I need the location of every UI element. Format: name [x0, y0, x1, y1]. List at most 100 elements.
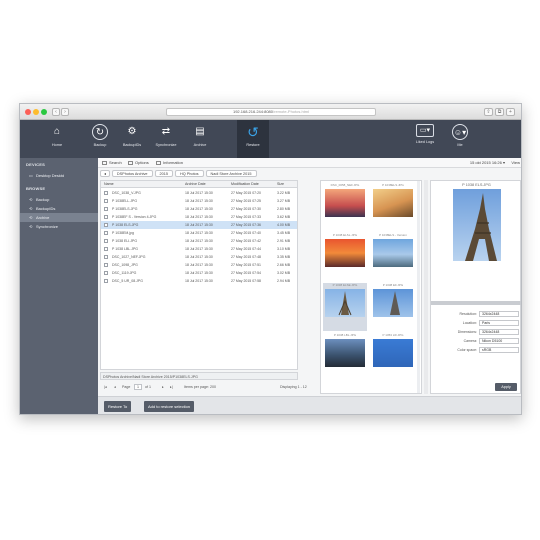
search-icon	[102, 160, 107, 165]
toolbar-synchronize-label: Synchronize	[155, 143, 177, 147]
prev-page-button[interactable]: ◂	[114, 382, 116, 392]
thumbnail[interactable]: P 1038 ELSL.JPG	[323, 233, 367, 281]
cell-size: 3.22 MB	[277, 191, 291, 195]
breadcrumb-item[interactable]: DSPhotos Archive	[111, 170, 153, 177]
sidebar-item-backup[interactable]: ⟲ Backup	[20, 195, 98, 204]
sidebar-item-backupids[interactable]: ⟲ BackupIDs	[20, 204, 98, 213]
share-button[interactable]: ⇧	[484, 108, 493, 116]
table-row[interactable]: DSC_1027_NEF.JPG 18 Jul 2017 15:30 27 May …	[101, 253, 297, 261]
last-page-button[interactable]: ▸|	[170, 382, 173, 392]
row-checkbox[interactable]	[104, 279, 108, 283]
main-toolbar: ⌂ Home ↻ Backup ⚙ BackupIDs ⇄ Synchroniz…	[20, 120, 521, 158]
main-panel: Search Options Information 15 okt 2015 1…	[98, 158, 521, 414]
forward-button[interactable]: ›	[61, 108, 69, 116]
toolbar-logs[interactable]: ▭▾ Liked Logs	[410, 124, 440, 156]
sidebar-item-archive[interactable]: ⟲ Archive	[20, 213, 98, 222]
thumbnail[interactable]: P 1038 EF.JPG	[371, 283, 415, 331]
row-checkbox[interactable]	[104, 239, 108, 243]
toolbar-home[interactable]: ⌂ Home	[43, 124, 71, 156]
back-button[interactable]: ‹	[52, 108, 60, 116]
table-row[interactable]: P 1038ELL.JPG 18 Jul 2017 15:30 27 May 201…	[101, 197, 297, 205]
metadata-value-field[interactable]: Paris	[479, 320, 519, 326]
table-row[interactable]: P 1038 ELI.JPG 18 Jul 2017 15:30 27 May 20…	[101, 237, 297, 245]
sidebar: DEVICES ▭ Desktop Desktd BROWSE ⟲ Backup ⟲…	[20, 158, 98, 414]
row-checkbox[interactable]	[104, 255, 108, 259]
date-select[interactable]: 15 okt 2015 16:26 ▾	[470, 160, 505, 165]
zoom-window-button[interactable]	[41, 109, 47, 115]
row-checkbox[interactable]	[104, 247, 108, 251]
preview-splitter[interactable]	[424, 180, 428, 394]
toolbar-archive[interactable]: ▤ Archive	[186, 124, 214, 156]
page-input[interactable]: 1	[134, 384, 142, 390]
sidebar-item-synchronize[interactable]: ⟲ Synchronize	[20, 222, 98, 231]
toolbar-user[interactable]: ☺▾ Me	[445, 124, 475, 156]
options-action[interactable]: Options	[128, 160, 149, 166]
thumbnail[interactable]: DSC_0058_NEF.JPG	[323, 183, 367, 231]
column-header-size[interactable]: Size	[277, 181, 284, 188]
items-per-page[interactable]: Items per page: 200	[184, 382, 216, 392]
close-window-button[interactable]	[25, 109, 31, 115]
breadcrumb-back-button[interactable]: ◂	[100, 170, 110, 177]
first-page-button[interactable]: |◂	[104, 382, 107, 392]
toolbar-backupids[interactable]: ⚙ BackupIDs	[118, 124, 146, 156]
tabs-button[interactable]: ⧉	[495, 108, 504, 116]
toolbar-synchronize[interactable]: ⇄ Synchronize	[152, 124, 180, 156]
table-row-selected[interactable]: P 1038 ELS.JPG 18 Jul 2017 15:30 27 May 20…	[101, 221, 297, 229]
new-tab-button[interactable]: +	[506, 108, 515, 116]
archive-icon: ▤	[195, 126, 205, 137]
row-checkbox[interactable]	[104, 271, 108, 275]
column-header-archive-date[interactable]: Archive Date	[185, 181, 206, 188]
thumbnail[interactable]: P 1038ELS.JPG	[371, 183, 415, 231]
toolbar-backup[interactable]: ↻ Backup	[86, 124, 114, 156]
apply-button[interactable]: Apply	[495, 383, 517, 391]
cell-archive-date: 18 Jul 2017 15:30	[185, 279, 213, 283]
table-row[interactable]: P 1038EF S - Version 4.JPG 18 Jul 2017 15…	[101, 213, 297, 221]
sidebar-item-device[interactable]: ▭ Desktop Desktd	[20, 171, 98, 180]
table-row[interactable]: P 1038EM.jpg 18 Jul 2017 15:30 27 May 2015…	[101, 229, 297, 237]
row-checkbox[interactable]	[104, 215, 108, 219]
information-action[interactable]: Information	[156, 160, 183, 166]
metadata-value-field[interactable]: 3264x2448	[479, 311, 519, 317]
toolbar-restore[interactable]: ↺ Restore	[237, 120, 269, 158]
table-row[interactable]: DSC_1119.JPG 18 Jul 2017 15:30 27 May 2015…	[101, 269, 297, 277]
column-header-name[interactable]: Name	[104, 181, 114, 188]
breadcrumb-item[interactable]: 2015	[154, 170, 173, 177]
thumbnail[interactable]: P 1038ELS - Version	[371, 233, 415, 281]
table-row[interactable]: DSC_1038_V.JPG 18 Jul 2017 15:30 27 May 20…	[101, 189, 297, 197]
table-row[interactable]: DSC_5 UR_08.JPG 18 Jul 2017 15:30 27 May 2…	[101, 277, 297, 285]
row-checkbox[interactable]	[104, 223, 108, 227]
next-page-button[interactable]: ▸	[162, 382, 164, 392]
row-checkbox[interactable]	[104, 231, 108, 235]
metadata-value-field[interactable]: Nikon D5100	[479, 338, 519, 344]
minimize-window-button[interactable]	[33, 109, 39, 115]
breadcrumb-item[interactable]: Nadi Store Archive 2015	[205, 170, 257, 177]
row-checkbox[interactable]	[104, 263, 108, 267]
thumbnail[interactable]: P 1053 LIF.JPG	[371, 333, 415, 381]
metadata-value-field[interactable]: sRGB	[479, 347, 519, 353]
view-button[interactable]: View	[511, 160, 520, 165]
row-checkbox[interactable]	[104, 207, 108, 211]
metadata-row: Dimensions: 3264x2448	[435, 329, 519, 336]
column-header-modification-date[interactable]: Modification Date	[231, 181, 259, 188]
action-bar: Search Options Information 15 okt 2015 1…	[98, 158, 521, 168]
table-row[interactable]: P 1038ELS.JPG 18 Jul 2017 15:30 27 May 201…	[101, 205, 297, 213]
synchronize-icon: ⇄	[161, 126, 171, 137]
metadata-value-field[interactable]: 3264x2448	[479, 329, 519, 335]
row-checkbox[interactable]	[104, 191, 108, 195]
thumbnail-scrollbar[interactable]	[417, 181, 420, 393]
table-row[interactable]: DSC_1098_JPG 18 Jul 2017 15:30 27 May 2015…	[101, 261, 297, 269]
preview-divider[interactable]	[431, 301, 521, 305]
search-action[interactable]: Search	[102, 160, 122, 166]
preview-title: P 1038 ELS.JPG	[462, 183, 491, 187]
synchronize-small-icon: ⟲	[29, 224, 33, 229]
row-checkbox[interactable]	[104, 199, 108, 203]
add-to-selection-button[interactable]: Add to restore selection	[144, 401, 195, 412]
thumbnail[interactable]: P 1038 LBL.JPG	[323, 333, 367, 381]
breadcrumb-item[interactable]: HQ Photos	[174, 170, 204, 177]
cell-name: DSC_5 UR_08.JPG	[112, 279, 143, 283]
table-row[interactable]: P 1038 LBL.JPG 18 Jul 2017 15:30 27 May 20…	[101, 245, 297, 253]
restore-to-button[interactable]: Restore To	[104, 401, 132, 412]
thumbnail-selected[interactable]: P 1038 ELSE.JPG	[323, 283, 367, 331]
cell-modification-date: 27 May 2015 07:25	[231, 199, 261, 203]
address-bar[interactable]: 192.168.216.244:8080/remote-Photos.html	[166, 108, 376, 116]
